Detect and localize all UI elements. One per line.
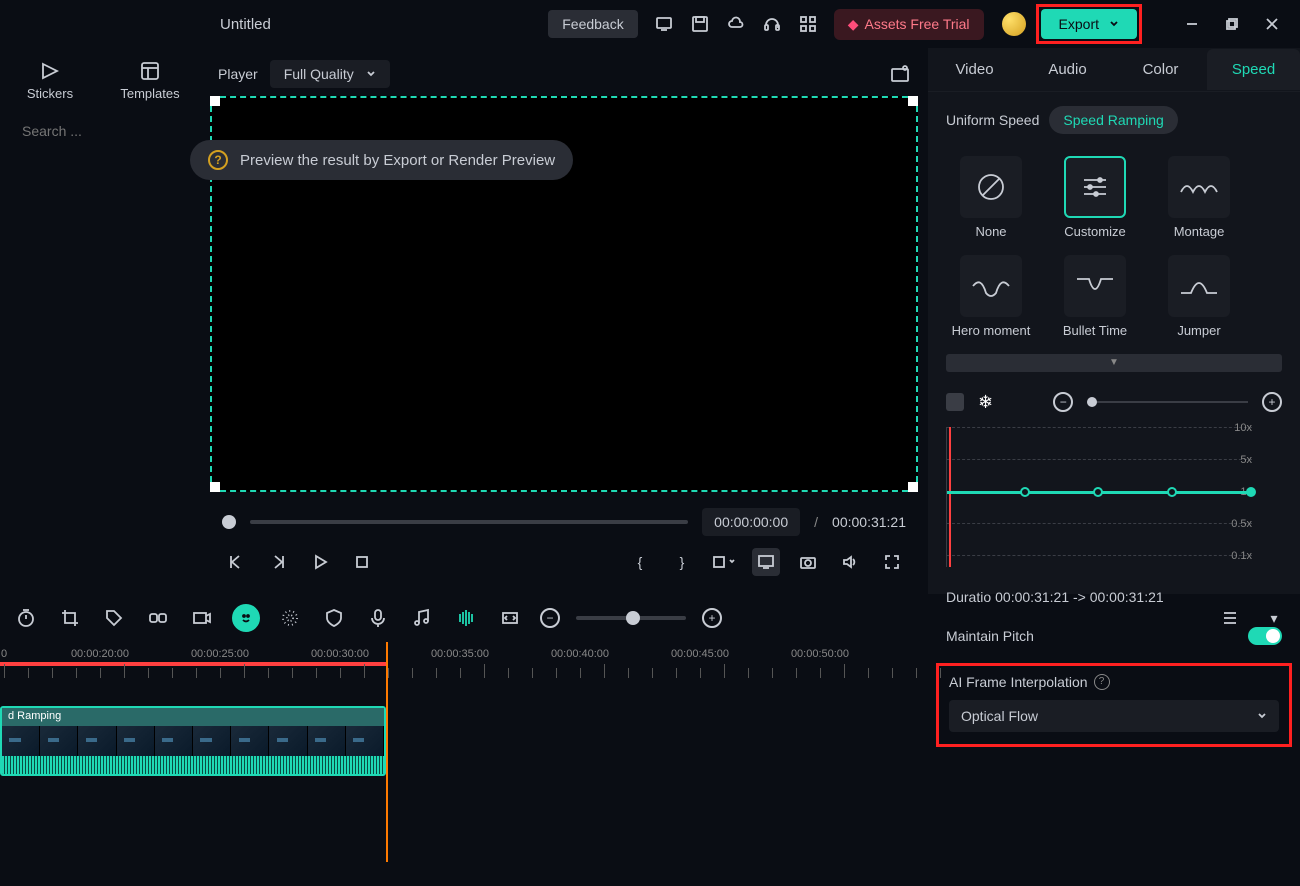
export-button[interactable]: Export (1041, 9, 1137, 39)
tl-zoom-slider[interactable] (576, 616, 686, 620)
timeline-ruler[interactable]: 0 00:00:20:00 00:00:25:00 00:00:30:00 00… (0, 642, 1300, 678)
minimize-button[interactable] (1172, 4, 1212, 44)
cloud-icon[interactable] (718, 6, 754, 42)
titlebar: Untitled Feedback ◆ Assets Free Trial Ex… (0, 0, 1300, 48)
shield-icon[interactable] (320, 604, 348, 632)
camera-button[interactable] (794, 548, 822, 576)
audio-waveform (2, 756, 384, 774)
snapshot-icon[interactable] (890, 64, 910, 84)
grid-icon[interactable] (790, 6, 826, 42)
crop-icon[interactable] (56, 604, 84, 632)
chevron-down-icon (1109, 19, 1119, 29)
sparkle-icon[interactable] (276, 604, 304, 632)
list-icon[interactable] (1216, 604, 1244, 632)
link-icon[interactable] (144, 604, 172, 632)
expand-presets[interactable]: ▼ (946, 354, 1282, 372)
next-frame-button[interactable] (264, 548, 292, 576)
preset-hero[interactable]: Hero moment (946, 255, 1036, 340)
ratio-button[interactable] (710, 548, 738, 576)
preset-jumper[interactable]: Jumper (1154, 255, 1244, 340)
preset-bullet[interactable]: Bullet Time (1050, 255, 1140, 340)
tab-label: Templates (120, 86, 179, 101)
close-button[interactable] (1252, 4, 1292, 44)
tl-zoom-in[interactable]: + (702, 608, 722, 628)
volume-button[interactable] (836, 548, 864, 576)
zoom-out-button[interactable]: − (1053, 392, 1073, 412)
hint-text: Preview the result by Export or Render P… (240, 152, 555, 169)
progress-handle[interactable] (222, 515, 236, 529)
quality-value: Full Quality (284, 66, 354, 82)
mark-in-button[interactable]: { (626, 548, 654, 576)
tab-label: Stickers (27, 86, 73, 101)
camera2-icon[interactable] (188, 604, 216, 632)
progress-track[interactable] (250, 520, 688, 524)
theme-icon[interactable] (1002, 12, 1026, 36)
help-icon: ? (208, 150, 228, 170)
preview-hint: ? Preview the result by Export or Render… (190, 140, 573, 180)
save-icon[interactable] (682, 6, 718, 42)
fit-icon[interactable] (496, 604, 524, 632)
preview-panel: Player Full Quality ? Preview the result… (200, 48, 928, 594)
duration-label: Duratio (946, 589, 991, 605)
tab-stickers[interactable]: Stickers (0, 52, 100, 109)
assets-label: Assets Free Trial (865, 16, 970, 32)
properties-panel: Video Audio Color Speed Uniform Speed Sp… (928, 48, 1300, 594)
face-icon[interactable] (232, 604, 260, 632)
total-time: 00:00:31:21 (832, 514, 906, 530)
zoom-in-button[interactable]: + (1262, 392, 1282, 412)
preset-montage[interactable]: Montage (1154, 156, 1244, 241)
mark-out-button[interactable]: } (668, 548, 696, 576)
project-title: Untitled (220, 16, 271, 33)
uniform-speed-tab[interactable]: Uniform Speed (946, 106, 1039, 134)
preset-none[interactable]: None (946, 156, 1036, 241)
video-clip[interactable]: d Ramping (0, 706, 386, 776)
prev-frame-button[interactable] (222, 548, 250, 576)
duration-value: 00:00:31:21 -> 00:00:31:21 (995, 589, 1164, 605)
time-separator: / (814, 514, 818, 530)
tab-color[interactable]: Color (1114, 49, 1207, 90)
split-icon[interactable] (452, 604, 480, 632)
zoom-slider[interactable] (1087, 401, 1248, 403)
diamond-icon: ◆ (848, 16, 859, 33)
preset-customize[interactable]: Customize (1050, 156, 1140, 241)
speed-graph[interactable]: 10x 5x 1x 0.5x 0.1x (946, 427, 1282, 567)
tab-speed[interactable]: Speed (1207, 49, 1300, 90)
play-button[interactable] (306, 548, 334, 576)
export-label: Export (1059, 16, 1099, 32)
screen-icon[interactable] (646, 6, 682, 42)
tl-zoom-out[interactable]: − (540, 608, 560, 628)
speed-ramping-tab[interactable]: Speed Ramping (1049, 106, 1177, 134)
tab-audio[interactable]: Audio (1021, 49, 1114, 90)
tab-templates[interactable]: Templates (100, 52, 200, 109)
music-icon[interactable] (408, 604, 436, 632)
search-input[interactable] (22, 123, 203, 139)
quality-select[interactable]: Full Quality (270, 60, 390, 88)
current-time: 00:00:00:00 (702, 508, 800, 536)
feedback-button[interactable]: Feedback (548, 10, 637, 38)
assets-trial-button[interactable]: ◆ Assets Free Trial (834, 9, 984, 40)
export-highlight: Export (1036, 4, 1142, 44)
stop-button[interactable] (348, 548, 376, 576)
fullscreen-button[interactable] (878, 548, 906, 576)
lock-icon[interactable] (946, 393, 964, 411)
timer-icon[interactable] (12, 604, 40, 632)
chevron-down-icon (366, 69, 376, 79)
tab-video[interactable]: Video (928, 49, 1021, 90)
player-label: Player (218, 66, 258, 82)
mic-icon[interactable] (364, 604, 392, 632)
display-button[interactable] (752, 548, 780, 576)
left-sidebar: Stickers Templates ••• (0, 48, 200, 594)
freeze-icon[interactable]: ❄ (978, 392, 993, 413)
headset-icon[interactable] (754, 6, 790, 42)
clip-label: d Ramping (2, 708, 384, 726)
maximize-button[interactable] (1212, 4, 1252, 44)
tag-icon[interactable] (100, 604, 128, 632)
